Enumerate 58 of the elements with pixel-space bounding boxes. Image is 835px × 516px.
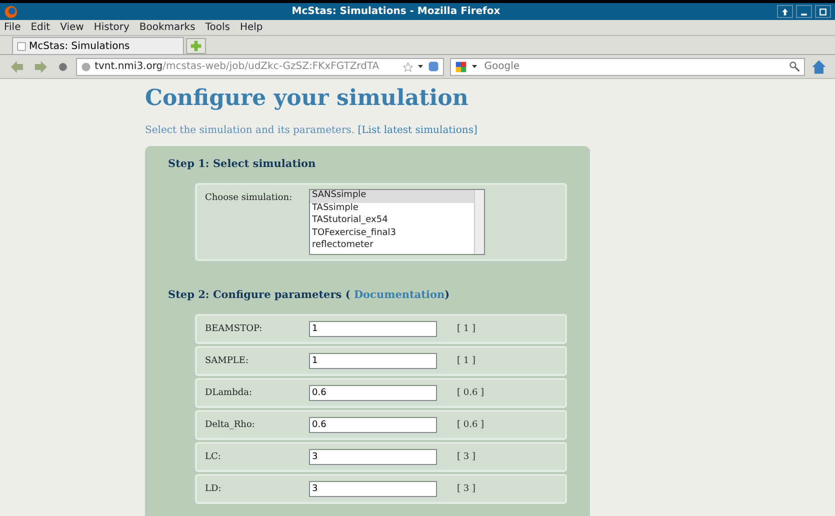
menu-item[interactable]: History	[94, 22, 130, 33]
intro-text: Select the simulation and its parameters.	[145, 125, 355, 136]
plus-icon	[190, 40, 202, 52]
parameter-label: SAMPLE:	[205, 356, 250, 366]
menu-item[interactable]: File	[4, 22, 21, 33]
dropdown-caret-icon	[471, 63, 478, 70]
parameter-input[interactable]: 3	[309, 449, 437, 465]
new-tab-button[interactable]	[186, 38, 206, 54]
home-icon[interactable]	[811, 58, 828, 74]
parameter-label: LD:	[205, 484, 222, 494]
list-option[interactable]: reflectometer	[310, 240, 474, 252]
default-value: [ 0.6 ]	[457, 388, 484, 398]
default-value: [ 3 ]	[457, 452, 476, 462]
dropdown-caret-icon	[417, 63, 424, 70]
back-arrow-icon[interactable]	[8, 60, 26, 74]
menu-item[interactable]: Edit	[30, 22, 50, 33]
parameter-input[interactable]: 1	[309, 321, 437, 337]
parameter-label: DLambda:	[205, 388, 254, 398]
menu-item[interactable]: Bookmarks	[139, 22, 196, 33]
parameter-input[interactable]: 0.6	[309, 417, 437, 433]
menu-item[interactable]: View	[60, 22, 84, 33]
window-title: McStas: Simulations - Mozilla Firefox	[290, 6, 502, 17]
menu-item[interactable]: Tools	[205, 22, 230, 33]
list-option[interactable]: SANSsimple	[310, 190, 474, 202]
address-bar[interactable]: tvnt.nmi3.org/mcstas-web/job/udZkc-GzSZ:FKxFGTZrdTA	[76, 58, 444, 76]
search-icon	[789, 61, 800, 72]
page-icon	[17, 40, 26, 52]
parameter-label: LC:	[205, 452, 222, 462]
parameter-input[interactable]: 3	[309, 481, 437, 497]
maximize-button[interactable]	[815, 5, 831, 18]
menu-item[interactable]: Help	[240, 22, 263, 33]
default-value: [ 1 ]	[457, 324, 476, 334]
default-value: [ 1 ]	[457, 356, 476, 366]
parameter-input[interactable]: 1	[309, 353, 437, 369]
step-title: Step 2: Configure parameters (	[168, 289, 350, 301]
page-heading: Configure your simulation	[145, 85, 470, 111]
browser-tab[interactable]: McStas: Simulations	[12, 37, 184, 54]
star-icon	[403, 62, 414, 72]
list-option[interactable]: TAStutorial_ex54	[310, 215, 474, 228]
search-bar[interactable]: Google	[450, 58, 806, 76]
list-simulations-link[interactable]: [List latest simulations]	[358, 125, 478, 136]
parameter-input[interactable]: 0.6	[309, 385, 437, 401]
default-value: [ 3 ]	[457, 484, 476, 494]
list-option[interactable]: TASsimple	[310, 202, 474, 215]
search-engine-icon	[455, 60, 468, 72]
pin-button[interactable]	[777, 5, 793, 18]
up-arrow-icon	[781, 8, 789, 16]
parameter-label: BEAMSTOP:	[205, 324, 264, 334]
simulation-listbox[interactable]: SANSsimple TASsimple TAStutorial_ex54 TOFexercise_final3 reflectometer	[309, 189, 485, 255]
list-option[interactable]: TOFexercise_final3	[310, 228, 474, 240]
paren-text: )	[444, 289, 450, 301]
field-label: Choose simulation:	[205, 192, 294, 205]
scrollbar[interactable]	[474, 190, 484, 254]
minimize-button[interactable]	[796, 5, 812, 18]
parameter-label: Delta_Rho:	[205, 420, 256, 430]
step-title: Step 1: Select simulation	[168, 158, 316, 170]
default-value: [ 0.6 ]	[457, 420, 484, 430]
maximize-icon	[819, 8, 827, 16]
